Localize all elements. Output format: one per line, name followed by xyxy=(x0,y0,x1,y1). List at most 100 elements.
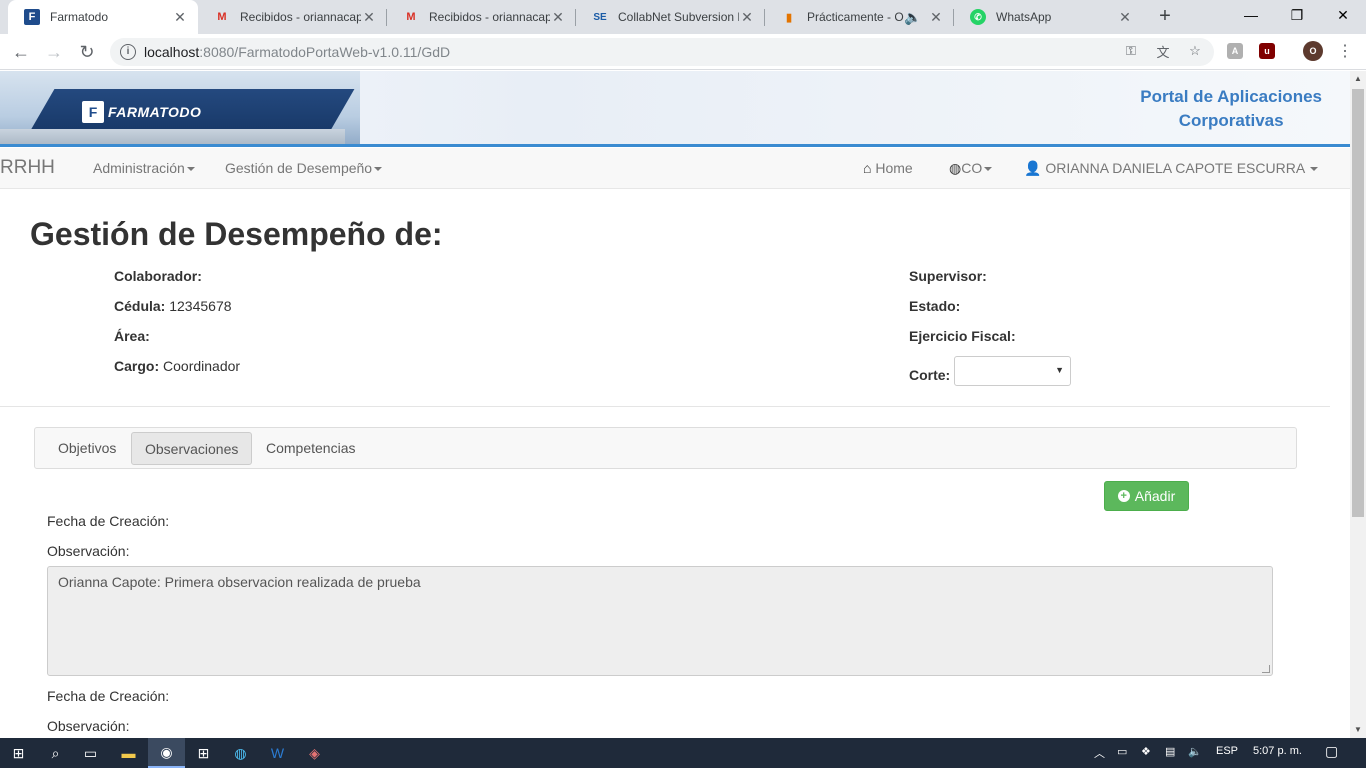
resize-grip-icon[interactable] xyxy=(1262,665,1270,673)
address-bar[interactable]: i localhost:8080/FarmatodoPortaWeb-v1.0.… xyxy=(110,38,1214,66)
browser-toolbar: ← → ↻ i localhost:8080/FarmatodoPortaWeb… xyxy=(0,34,1366,70)
bookmark-star-icon[interactable]: ☆ xyxy=(1186,42,1204,60)
farmatodo-logo: F FARMATODO xyxy=(82,100,201,124)
tab-title: WhatsApp xyxy=(996,10,1052,24)
gmail-icon: M xyxy=(217,11,227,23)
reload-button[interactable]: ↻ xyxy=(75,40,99,64)
caret-down-icon xyxy=(374,167,383,172)
browser-tab-gmail-1[interactable]: M Recibidos - oriannacapote ✕ xyxy=(198,0,387,34)
language-indicator[interactable]: ESP xyxy=(1216,745,1238,757)
dropbox-icon[interactable]: ❖ xyxy=(1141,745,1151,758)
task-view-icon[interactable]: ▭ xyxy=(72,738,109,768)
tab-title: CollabNet Subversion R xyxy=(618,10,739,24)
speaker-icon[interactable]: 🔈 xyxy=(904,9,921,26)
nav-user-menu[interactable]: 👤 ORIANNA DANIELA CAPOTE ESCURRA xyxy=(1024,160,1319,177)
scroll-down-icon[interactable]: ▼ xyxy=(1350,722,1366,738)
browser-tab-strip: F Farmatodo ✕ M Recibidos - oriannacapot… xyxy=(0,0,1366,34)
cedula-field: Cédula: 12345678 xyxy=(114,298,232,314)
tab-title: Recibidos - oriannacapote xyxy=(240,10,361,24)
caret-down-icon xyxy=(1310,167,1319,172)
browser-tab-collabnet[interactable]: SE CollabNet Subversion R ✕ xyxy=(576,0,765,34)
menu-gestion-desempeno[interactable]: Gestión de Desempeño xyxy=(225,160,383,176)
tab-observaciones[interactable]: Observaciones xyxy=(131,432,253,465)
close-tab-icon[interactable]: ✕ xyxy=(928,9,944,26)
close-tab-icon[interactable]: ✕ xyxy=(550,9,566,26)
plus-circle-icon: + xyxy=(1117,490,1130,502)
nav-country[interactable]: ◍CO xyxy=(949,160,993,177)
network-icon[interactable]: ▤ xyxy=(1165,745,1175,758)
farmatodo-logo-icon: F xyxy=(82,101,104,123)
scroll-up-icon[interactable]: ▲ xyxy=(1350,71,1366,87)
restore-button[interactable]: ❐ xyxy=(1274,0,1320,30)
main-navbar: RRHH Administración Gestión de Desempeño… xyxy=(0,148,1350,189)
volume-icon[interactable]: 🔈 xyxy=(1188,745,1202,758)
close-tab-icon[interactable]: ✕ xyxy=(739,9,755,26)
close-tab-icon[interactable]: ✕ xyxy=(172,9,188,26)
tab-objetivos[interactable]: Objetivos xyxy=(45,432,129,465)
key-icon[interactable]: ⚿ xyxy=(1122,42,1140,60)
browser-tab-practicamente[interactable]: ▮ Prácticamente - On 🔈 ✕ xyxy=(765,0,954,34)
browser-tab-gmail-2[interactable]: M Recibidos - oriannacapote ✕ xyxy=(387,0,576,34)
search-icon[interactable]: ⌕ xyxy=(37,738,74,768)
navbar-brand[interactable]: RRHH xyxy=(0,157,55,179)
tab-title: Farmatodo xyxy=(50,10,109,24)
ublock-extension-icon[interactable]: u xyxy=(1259,43,1275,59)
chrome-taskbar-icon[interactable]: ◉ xyxy=(148,738,185,768)
observation-textarea[interactable]: Orianna Capote: Primera observacion real… xyxy=(47,566,1273,676)
divider xyxy=(0,406,1330,407)
add-observation-button[interactable]: + Añadir xyxy=(1104,481,1189,511)
translate-icon[interactable]: 文 xyxy=(1154,42,1172,60)
section-tabs: Objetivos Observaciones Competencias xyxy=(34,427,1297,469)
browser-tab-farmatodo[interactable]: F Farmatodo ✕ xyxy=(8,0,198,34)
observacion-label: Observación: xyxy=(47,718,130,734)
close-window-button[interactable]: ✕ xyxy=(1320,0,1366,30)
corte-label: Corte: xyxy=(909,367,951,383)
area-field: Área: xyxy=(114,328,150,344)
colaborador-field: Colaborador: xyxy=(114,268,202,284)
ejercicio-fiscal-field: Ejercicio Fiscal: xyxy=(909,328,1016,344)
portal-banner: F FARMATODO Portal de Aplicaciones Corpo… xyxy=(0,71,1350,147)
estado-field: Estado: xyxy=(909,298,961,314)
scrollbar-thumb[interactable] xyxy=(1352,89,1364,517)
word-icon[interactable]: W xyxy=(259,738,296,768)
supervisor-field: Supervisor: xyxy=(909,268,987,284)
portal-title: Portal de Aplicaciones Corporativas xyxy=(1140,87,1322,130)
network-app-icon[interactable]: ⊞ xyxy=(185,738,222,768)
user-icon: 👤 xyxy=(1024,160,1042,176)
nav-home[interactable]: ⌂ Home xyxy=(863,160,913,176)
collabnet-icon: SE xyxy=(593,11,607,23)
pdf-extension-icon[interactable]: A xyxy=(1227,43,1243,59)
app-icon[interactable]: ◈ xyxy=(296,738,333,768)
fecha-creacion-label: Fecha de Creación: xyxy=(47,688,170,704)
page-scrollbar[interactable]: ▲ ▼ xyxy=(1350,71,1366,738)
corte-select[interactable]: ▼ xyxy=(954,356,1071,386)
file-explorer-icon[interactable]: ▬ xyxy=(110,738,147,768)
tab-title: Recibidos - oriannacapote xyxy=(429,10,550,24)
select-arrow-icon: ▼ xyxy=(1055,365,1064,375)
browser-tab-whatsapp[interactable]: ✆ WhatsApp ✕ xyxy=(954,0,1143,34)
profile-avatar[interactable]: O xyxy=(1303,41,1323,61)
site-info-icon[interactable]: i xyxy=(120,44,136,60)
windows-start-icon[interactable]: ⊞ xyxy=(0,738,37,768)
fecha-creacion-label: Fecha de Creación: xyxy=(47,513,170,529)
caret-down-icon xyxy=(186,167,195,172)
url-path: :8080/FarmatodoPortaWeb-v1.0.11/GdD xyxy=(199,44,451,60)
minimize-button[interactable]: — xyxy=(1228,0,1274,30)
notifications-icon[interactable]: ▢ xyxy=(1325,743,1338,760)
globe-app-icon[interactable]: ◍ xyxy=(222,738,259,768)
tab-competencias[interactable]: Competencias xyxy=(253,432,369,465)
back-button[interactable]: ← xyxy=(9,40,33,64)
new-tab-button[interactable]: + xyxy=(1154,6,1176,28)
menu-administracion[interactable]: Administración xyxy=(93,160,195,176)
battery-icon[interactable]: ▭ xyxy=(1117,745,1127,758)
clock[interactable]: 5:07 p. m. xyxy=(1253,745,1302,757)
chrome-menu-icon[interactable]: ⋮ xyxy=(1336,42,1354,60)
gmail-icon: M xyxy=(406,11,416,23)
forward-button[interactable]: → xyxy=(42,40,66,64)
close-tab-icon[interactable]: ✕ xyxy=(361,9,377,26)
show-hidden-icons-icon[interactable]: ︿ xyxy=(1094,745,1105,761)
windows-taskbar: ⊞ ⌕ ▭ ▬ ◉ ⊞ ◍ W ◈ ︿ ▭ ❖ ▤ 🔈 ESP 5:07 p. … xyxy=(0,738,1366,768)
globe-icon: ◍ xyxy=(949,160,962,176)
close-tab-icon[interactable]: ✕ xyxy=(1117,9,1133,26)
home-icon: ⌂ xyxy=(863,160,872,176)
